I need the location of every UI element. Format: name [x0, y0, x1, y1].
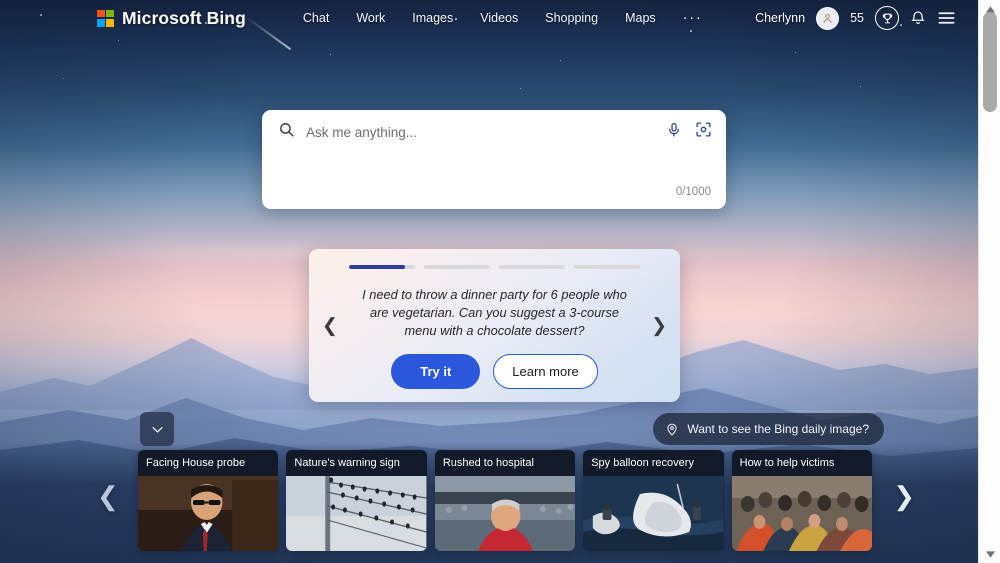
search-input[interactable]: [306, 124, 666, 140]
nav-item-work[interactable]: Work: [356, 11, 385, 25]
brand-name: Microsoft Bing: [122, 7, 246, 28]
suggestion-prev-icon[interactable]: ❮: [322, 316, 338, 335]
news-card[interactable]: Rushed to hospital: [434, 450, 576, 551]
suggestion-next-icon[interactable]: ❯: [651, 316, 667, 335]
news-card[interactable]: Facing House probe: [138, 450, 279, 551]
news-next-icon[interactable]: ❯: [893, 483, 915, 509]
news-card-title: Spy balloon recovery: [583, 450, 724, 476]
collapse-chevron-down-icon[interactable]: [140, 412, 174, 446]
news-card[interactable]: Nature's warning sign: [286, 450, 427, 551]
user-name-label: Cherlynn: [755, 11, 806, 25]
news-prev-icon[interactable]: ❮: [97, 483, 119, 509]
suggestion-actions: Try it Learn more: [391, 353, 598, 389]
news-card[interactable]: How to help victims: [731, 450, 873, 551]
learn-more-button[interactable]: Learn more: [493, 353, 598, 389]
hamburger-menu-icon[interactable]: [937, 10, 956, 26]
progress-bar-1[interactable]: [349, 265, 415, 269]
news-card-title: How to help victims: [731, 450, 873, 476]
microsoft-logo-icon: [97, 9, 114, 27]
search-tools: [666, 121, 712, 143]
rewards-trophy-icon[interactable]: [875, 6, 899, 30]
search-row: [262, 110, 726, 154]
location-pin-icon: [665, 422, 679, 436]
progress-bar-2[interactable]: [424, 265, 490, 269]
nav-item-maps[interactable]: Maps: [625, 11, 656, 25]
visual-search-icon[interactable]: [695, 121, 712, 143]
news-card-image: [286, 476, 427, 551]
news-card-image: [731, 476, 873, 551]
news-card[interactable]: Spy balloon recovery: [583, 450, 724, 551]
news-card-image: [138, 476, 279, 551]
news-card-title: Facing House probe: [138, 450, 279, 476]
main-nav: Chat Work Images Videos Shopping Maps ··…: [303, 10, 703, 25]
scrollbar-thumb[interactable]: [983, 12, 997, 112]
avatar[interactable]: [816, 6, 840, 30]
news-card-title: Rushed to hospital: [434, 450, 576, 476]
progress-indicators: [349, 265, 640, 269]
news-card-image: [583, 476, 724, 551]
daily-image-button[interactable]: Want to see the Bing daily image?: [653, 413, 884, 445]
nav-item-chat[interactable]: Chat: [303, 11, 329, 25]
progress-bar-3[interactable]: [499, 265, 565, 269]
notification-bell-icon[interactable]: [910, 10, 926, 26]
page-scrollbar[interactable]: [978, 0, 1000, 563]
character-counter: 0/1000: [675, 186, 711, 198]
news-card-image: [434, 476, 576, 551]
microphone-icon[interactable]: [666, 122, 682, 143]
header-actions: Cherlynn 55: [755, 6, 956, 30]
news-carousel: Facing House probe Nature's warning sign: [138, 450, 873, 551]
nav-more-icon[interactable]: ···: [683, 10, 703, 25]
suggestion-prompt-text: I need to throw a dinner party for 6 peo…: [362, 286, 627, 338]
nav-item-images[interactable]: Images: [412, 11, 453, 25]
progress-bar-4[interactable]: [574, 265, 640, 269]
news-card-title: Nature's warning sign: [286, 450, 427, 476]
scroll-down-arrow-icon[interactable]: [979, 545, 1000, 563]
bing-logo[interactable]: Microsoft Bing: [97, 8, 246, 29]
top-header: Microsoft Bing Chat Work Images Videos S…: [0, 0, 978, 36]
search-box[interactable]: 0/1000: [262, 110, 726, 209]
rewards-points: 55: [850, 11, 864, 25]
daily-image-label: Want to see the Bing daily image?: [687, 422, 869, 436]
nav-item-shopping[interactable]: Shopping: [545, 11, 598, 25]
search-icon: [278, 121, 295, 143]
try-it-button[interactable]: Try it: [391, 353, 481, 389]
suggestion-card: I need to throw a dinner party for 6 peo…: [309, 249, 680, 402]
nav-item-videos[interactable]: Videos: [480, 11, 518, 25]
